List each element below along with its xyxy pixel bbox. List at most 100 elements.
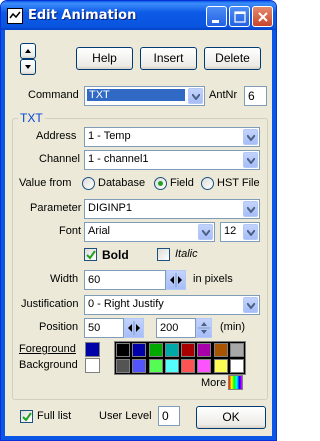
up-down-arrows-icon: [198, 322, 210, 334]
justification-select-value: 0 - Right Justify: [88, 298, 164, 310]
font-size-value: 12: [224, 225, 237, 237]
full-list-label: Full list: [37, 410, 72, 422]
chevron-down-icon: [202, 230, 210, 236]
user-level-label: User Level: [99, 410, 152, 422]
position-y-spinner[interactable]: [196, 318, 212, 338]
maximize-button[interactable]: [229, 6, 250, 27]
palette-color-swatch[interactable]: [213, 359, 228, 373]
close-button[interactable]: [252, 6, 273, 27]
palette-color-swatch[interactable]: [164, 359, 179, 373]
palette-color-swatch[interactable]: [213, 343, 228, 357]
chevron-down-icon: [247, 207, 255, 213]
palette-color-swatch[interactable]: [132, 343, 147, 357]
full-list-checkbox[interactable]: [20, 410, 33, 423]
italic-checkbox[interactable]: [157, 248, 170, 261]
radio-hst-file-label: HST File: [217, 177, 260, 189]
address-dropdown-button[interactable]: [243, 129, 258, 145]
font-select[interactable]: Arial: [84, 222, 215, 242]
minimize-icon: [212, 20, 219, 23]
arrow-down-icon: [25, 65, 31, 69]
delete-button[interactable]: Delete: [204, 47, 261, 70]
color-palette: [114, 341, 246, 375]
window-frame-bottom: [1, 436, 276, 440]
palette-color-swatch[interactable]: [148, 343, 163, 357]
bold-label: Bold: [102, 248, 129, 262]
title-bar[interactable]: Edit Animation: [1, 1, 276, 30]
parameter-dropdown-button[interactable]: [243, 201, 258, 217]
justification-select[interactable]: 0 - Right Justify: [84, 295, 260, 315]
chevron-down-icon: [247, 303, 255, 309]
position-unit-label: (min): [220, 321, 246, 333]
radio-hst-file[interactable]: [201, 177, 214, 190]
justification-label: Justification: [21, 298, 79, 310]
position-y-field[interactable]: 200: [156, 318, 196, 338]
palette-color-swatch[interactable]: [116, 343, 130, 357]
edit-animation-window: Edit Animation Help Insert Delete Comman…: [0, 0, 277, 441]
arrow-up-icon: [25, 49, 31, 53]
radio-field[interactable]: [154, 177, 167, 190]
palette-color-swatch[interactable]: [229, 359, 244, 373]
justification-dropdown-button[interactable]: [243, 297, 258, 313]
radio-database[interactable]: [82, 177, 95, 190]
background-color-swatch[interactable]: [85, 358, 100, 373]
position-x-field[interactable]: 50: [84, 318, 124, 338]
channel-select[interactable]: 1 - channel1: [84, 150, 260, 170]
width-unit-label: in pixels: [193, 273, 233, 285]
font-dropdown-button[interactable]: [198, 224, 213, 240]
more-colors-button[interactable]: [228, 375, 243, 390]
font-size-select[interactable]: 12: [220, 222, 260, 242]
palette-color-swatch[interactable]: [181, 343, 195, 357]
checkmark-icon: [22, 412, 32, 422]
value-from-label: Value from: [19, 177, 72, 189]
address-label: Address: [36, 130, 77, 142]
left-right-arrows-icon: [170, 273, 182, 287]
help-button-label: Help: [92, 51, 117, 65]
color-spectrum-icon: [229, 376, 242, 389]
parameter-select[interactable]: DIGINP1: [84, 199, 260, 219]
palette-color-swatch[interactable]: [148, 359, 163, 373]
width-spinner[interactable]: [166, 270, 186, 290]
palette-color-swatch[interactable]: [197, 359, 212, 373]
command-dropdown-button[interactable]: [188, 88, 203, 104]
close-icon: [258, 12, 268, 22]
command-label: Command: [28, 89, 79, 101]
command-select[interactable]: TXT: [84, 86, 205, 106]
user-level-field[interactable]: 0: [158, 406, 180, 426]
chevron-down-icon: [247, 135, 255, 141]
bold-checkbox[interactable]: [84, 248, 97, 261]
channel-label: Channel: [39, 153, 80, 165]
more-colors-label: More: [201, 377, 227, 389]
foreground-label: Foreground: [19, 343, 76, 355]
command-select-value: TXT: [87, 89, 185, 101]
width-field[interactable]: 60: [84, 270, 166, 290]
antnr-label: AntNr: [209, 89, 238, 101]
chevron-down-icon: [247, 158, 255, 164]
palette-color-swatch[interactable]: [116, 359, 130, 373]
address-select[interactable]: 1 - Temp: [84, 127, 260, 147]
palette-color-swatch[interactable]: [197, 343, 212, 357]
palette-color-swatch[interactable]: [229, 343, 244, 357]
position-label: Position: [39, 321, 79, 333]
move-up-button[interactable]: [20, 43, 36, 59]
antnr-field[interactable]: 6: [244, 86, 267, 106]
chevron-down-icon: [192, 94, 200, 100]
ok-button[interactable]: OK: [196, 406, 266, 429]
insert-button[interactable]: Insert: [140, 47, 197, 70]
font-label: Font: [59, 225, 82, 237]
move-down-button[interactable]: [20, 59, 36, 75]
ok-button-label: OK: [222, 410, 240, 424]
position-x-spinner[interactable]: [124, 318, 144, 338]
delete-button-label: Delete: [215, 51, 250, 65]
foreground-color-swatch[interactable]: [85, 342, 100, 357]
palette-color-swatch[interactable]: [164, 343, 179, 357]
font-size-dropdown-button[interactable]: [243, 224, 258, 240]
palette-color-swatch[interactable]: [181, 359, 195, 373]
help-button[interactable]: Help: [76, 47, 133, 70]
minimize-button[interactable]: [206, 6, 227, 27]
window-title: Edit Animation: [28, 8, 137, 23]
address-select-value: 1 - Temp: [88, 130, 131, 142]
palette-color-swatch[interactable]: [132, 359, 147, 373]
left-right-arrows-icon: [128, 321, 140, 335]
channel-dropdown-button[interactable]: [243, 152, 258, 168]
channel-select-value: 1 - channel1: [88, 153, 149, 165]
